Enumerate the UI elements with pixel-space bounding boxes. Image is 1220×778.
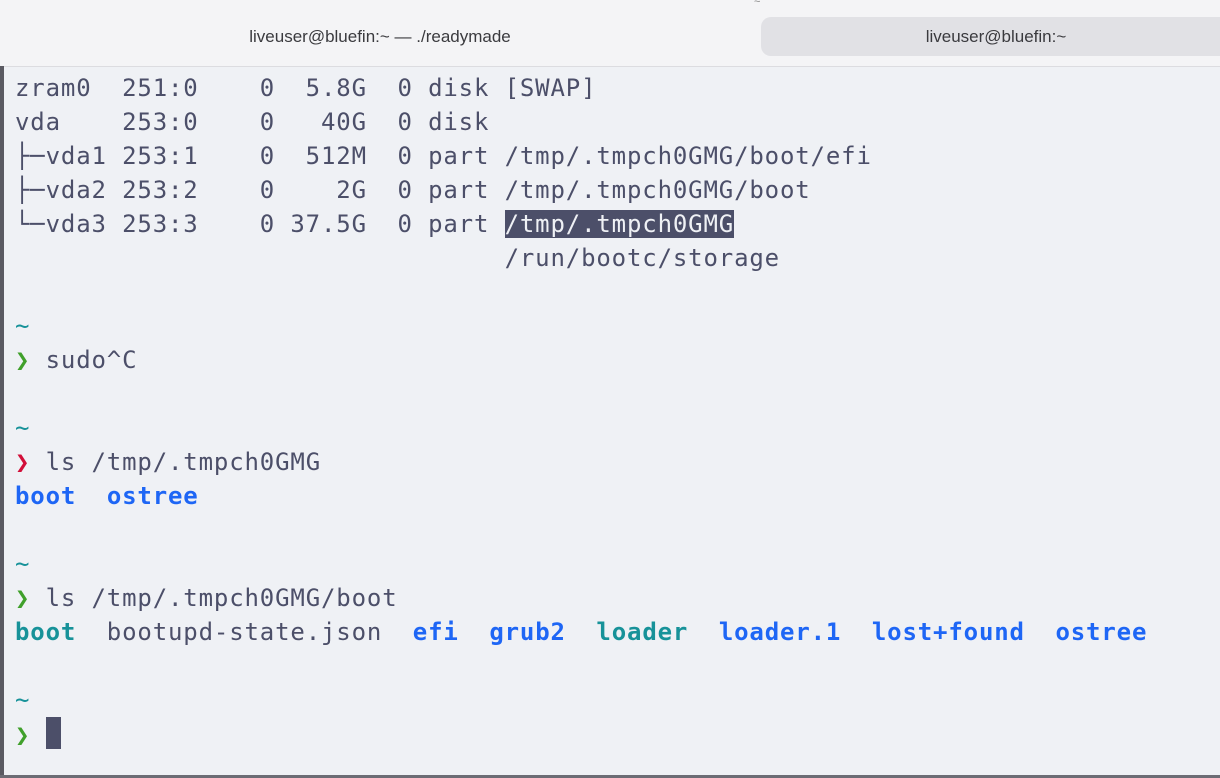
terminal-line: boot ostree xyxy=(15,479,1147,513)
text-cursor xyxy=(45,717,61,749)
terminal-text: ~ xyxy=(15,312,31,340)
terminal-text: ostree xyxy=(106,482,199,510)
terminal-line: ❯ ls /tmp/.tmpch0GMG xyxy=(15,445,1147,479)
terminal-text: lost+found xyxy=(871,618,1025,646)
prompt-icon: ❯ xyxy=(15,448,31,476)
prompt-icon: ❯ xyxy=(15,584,31,612)
tab-readymade[interactable]: liveuser@bluefin:~ — ./readymade xyxy=(0,17,760,56)
terminal-line: zram0 251:0 0 5.8G 0 disk [SWAP] xyxy=(15,71,1147,105)
terminal-text: ~ xyxy=(15,414,31,442)
terminal-text: sudo^C xyxy=(30,346,138,374)
prompt-icon: ❯ xyxy=(15,721,31,749)
title-marker: ~ xyxy=(754,0,761,8)
terminal-text: vda 253:0 0 40G 0 disk xyxy=(15,108,490,136)
terminal-line: ~ xyxy=(15,411,1147,445)
terminal-line: vda 253:0 0 40G 0 disk xyxy=(15,105,1147,139)
terminal-text: /run/bootc/storage xyxy=(15,244,780,272)
terminal-line: ~ xyxy=(15,683,1147,717)
terminal-line: └─vda3 253:3 0 37.5G 0 part /tmp/.tmpch0… xyxy=(15,207,1147,241)
terminal-text: efi xyxy=(412,618,459,646)
terminal-line: ├─vda2 253:2 0 2G 0 part /tmp/.tmpch0GMG… xyxy=(15,173,1147,207)
terminal-line: ❯ ls /tmp/.tmpch0GMG/boot xyxy=(15,581,1147,615)
terminal-text: ls /tmp/.tmpch0GMG xyxy=(30,448,321,476)
prompt-icon: ❯ xyxy=(15,346,31,374)
terminal-text: ├─vda2 253:2 0 2G 0 part /tmp/.tmpch0GMG… xyxy=(15,176,811,204)
terminal-text: ostree xyxy=(1055,618,1148,646)
terminal-line: ├─vda1 253:1 0 512M 0 part /tmp/.tmpch0G… xyxy=(15,139,1147,173)
terminal-text: ls /tmp/.tmpch0GMG/boot xyxy=(30,584,398,612)
terminal-text: ~ xyxy=(15,550,31,578)
terminal-line: boot bootupd-state.json efi grub2 loader… xyxy=(15,615,1147,649)
title-bar: ~ liveuser@bluefin:~ — ./readymade liveu… xyxy=(0,0,1220,67)
terminal-text: zram0 251:0 0 5.8G 0 disk [SWAP] xyxy=(15,74,597,102)
terminal-text: loader xyxy=(596,618,689,646)
terminal-text: bootupd-state.json xyxy=(76,618,413,646)
terminal-text: boot xyxy=(15,618,77,646)
terminal-line: ~ xyxy=(15,309,1147,343)
terminal-text: grub2 xyxy=(489,618,566,646)
window-edge xyxy=(0,66,4,778)
terminal-line: /run/bootc/storage xyxy=(15,241,1147,275)
selected-text: /tmp/.tmpch0GMG xyxy=(504,210,735,238)
terminal-text: boot xyxy=(15,482,77,510)
terminal-output[interactable]: zram0 251:0 0 5.8G 0 disk [SWAP] vda 253:… xyxy=(15,71,1147,751)
terminal-text: loader.1 xyxy=(718,618,842,646)
terminal-line: ❯ xyxy=(15,717,1147,751)
terminal-text: ├─vda1 253:1 0 512M 0 part /tmp/.tmpch0G… xyxy=(15,142,872,170)
terminal-line: ❯ sudo^C xyxy=(15,343,1147,377)
terminal-line: ~ xyxy=(15,547,1147,581)
terminal-text: ~ xyxy=(15,686,31,714)
tab-shell[interactable]: liveuser@bluefin:~ xyxy=(761,17,1220,56)
terminal-text: └─vda3 253:3 0 37.5G 0 part xyxy=(15,210,505,238)
